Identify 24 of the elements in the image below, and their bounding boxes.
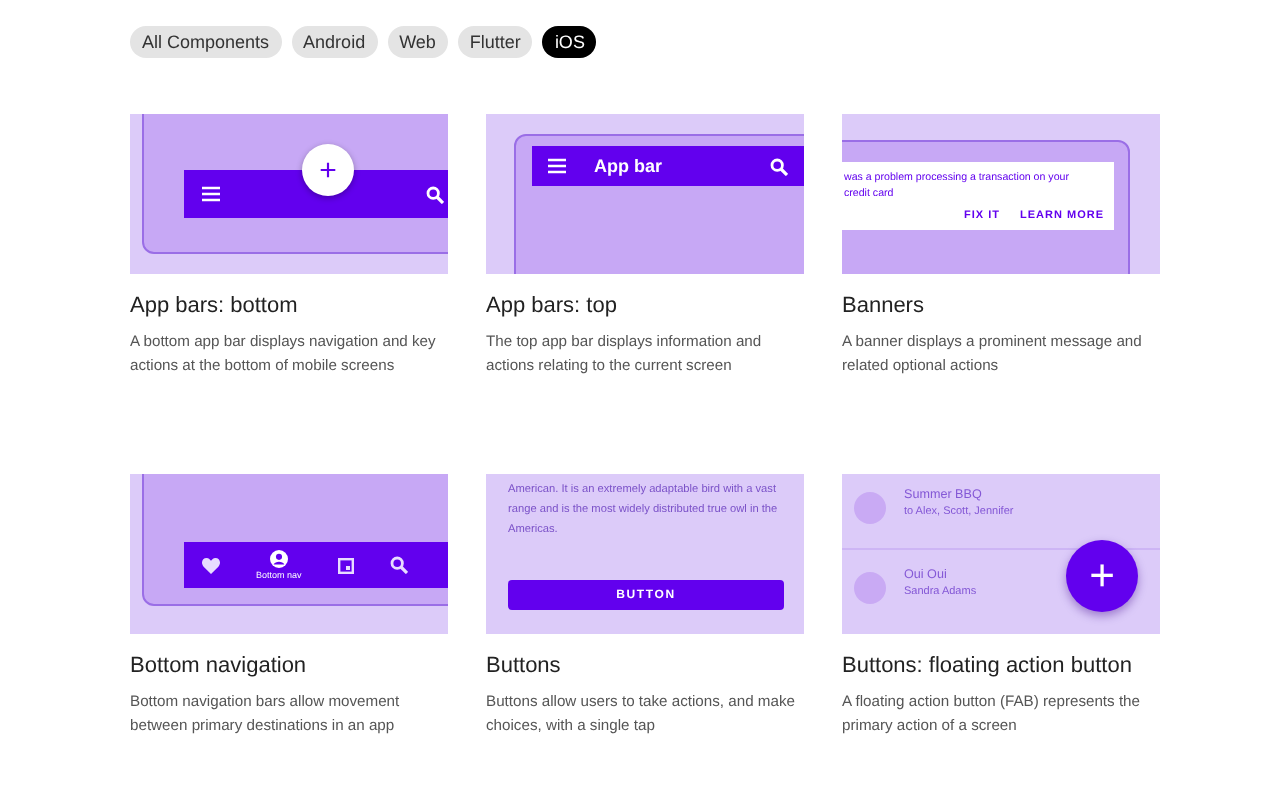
card-title[interactable]: Banners <box>842 294 1160 318</box>
calendar-icon[interactable] <box>337 557 354 573</box>
filter-chip[interactable]: Flutter <box>457 26 533 58</box>
component-preview[interactable]: + <box>130 114 448 274</box>
card-title[interactable]: App bars: bottom <box>130 294 448 318</box>
menu-icon[interactable] <box>202 186 220 202</box>
filter-chip[interactable]: iOS <box>542 26 597 58</box>
search-icon[interactable] <box>389 556 408 574</box>
card-title[interactable]: Buttons: floating action button <box>842 654 1160 678</box>
avatar-circle <box>854 492 886 524</box>
heart-icon[interactable] <box>202 557 220 573</box>
menu-icon[interactable] <box>548 158 566 174</box>
fab-button[interactable]: + <box>1066 540 1138 612</box>
card-title[interactable]: Bottom navigation <box>130 654 448 678</box>
app-bar-title: App bar <box>594 156 665 176</box>
filter-chip[interactable]: Web <box>387 26 448 58</box>
avatar-circle <box>854 572 886 604</box>
filter-chip[interactable]: Android <box>291 26 378 58</box>
filter-chip[interactable]: All Components <box>130 26 282 58</box>
card-title[interactable]: Buttons <box>486 654 804 678</box>
card-title[interactable]: App bars: top <box>486 294 804 318</box>
person-icon[interactable] <box>269 550 288 568</box>
search-icon[interactable] <box>426 185 444 203</box>
search-icon[interactable] <box>770 157 788 175</box>
